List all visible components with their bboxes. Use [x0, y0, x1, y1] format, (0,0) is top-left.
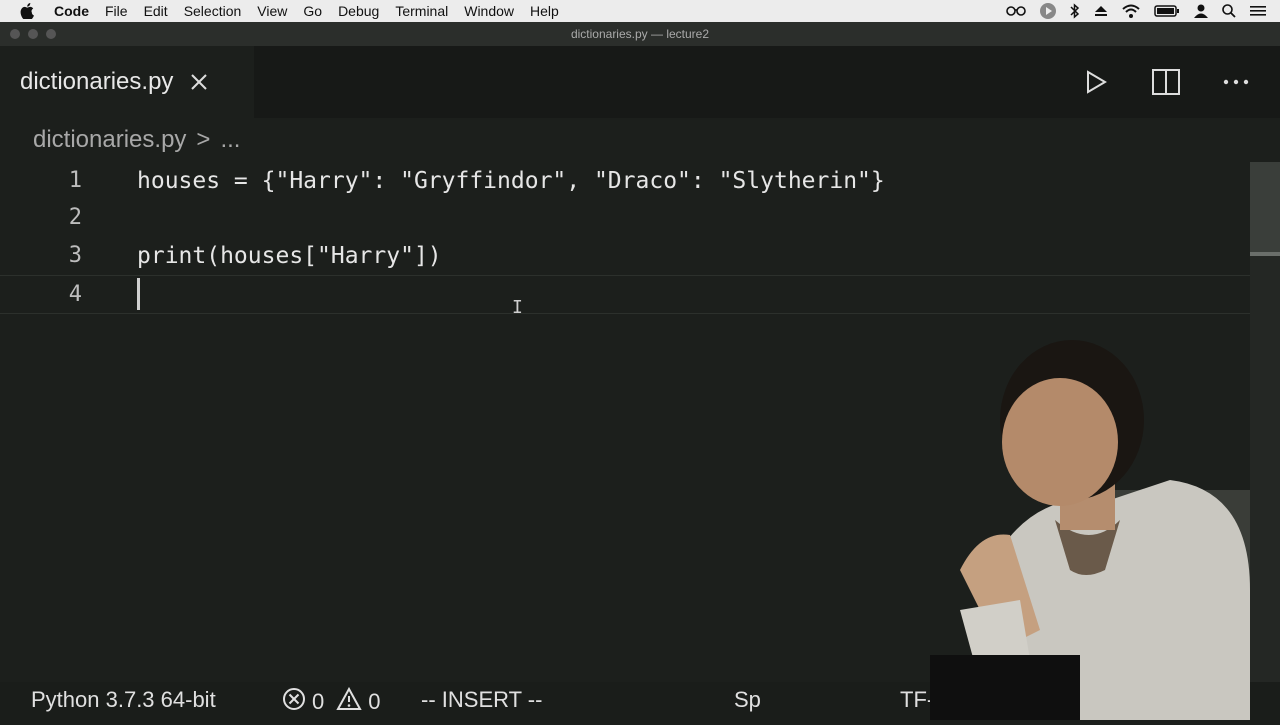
run-icon[interactable]	[1082, 68, 1110, 96]
scrollbar-cursor-marker	[1250, 252, 1280, 256]
scrollbar-thumb[interactable]	[1250, 162, 1280, 252]
more-actions-icon[interactable]	[1222, 68, 1250, 96]
window-title-bar: dictionaries.py — lecture2	[0, 22, 1280, 46]
line-number: 1	[68, 168, 82, 193]
breadcrumb-file[interactable]: dictionaries.py	[33, 126, 186, 154]
menu-selection[interactable]: Selection	[176, 0, 250, 22]
editor-actions	[1082, 68, 1250, 96]
breadcrumb: dictionaries.py > ...	[33, 126, 240, 154]
menu-view[interactable]: View	[249, 0, 295, 22]
glasses-icon[interactable]	[1006, 5, 1026, 17]
indentation-status[interactable]: Sp	[734, 687, 761, 713]
tab-bar: dictionaries.py	[0, 46, 1280, 118]
window-title: dictionaries.py — lecture2	[570, 27, 710, 41]
list-icon[interactable]	[1250, 5, 1266, 17]
current-line[interactable]: 4	[0, 275, 1250, 314]
minimize-window-button[interactable]	[28, 29, 38, 39]
breadcrumb-symbols[interactable]: ...	[220, 126, 240, 154]
menu-debug[interactable]: Debug	[330, 0, 387, 22]
line-text[interactable]: houses = {"Harry": "Gryffindor", "Draco"…	[137, 168, 885, 194]
menu-edit[interactable]: Edit	[136, 0, 176, 22]
error-icon	[282, 687, 306, 717]
vim-mode-status: -- INSERT --	[421, 687, 543, 712]
battery-icon[interactable]	[1154, 4, 1180, 18]
menu-file[interactable]: File	[97, 0, 136, 22]
text-cursor	[137, 278, 140, 310]
wifi-icon[interactable]	[1122, 4, 1140, 18]
line-number: 2	[68, 205, 82, 230]
menu-window[interactable]: Window	[456, 0, 522, 22]
close-icon[interactable]	[187, 70, 211, 94]
split-editor-icon[interactable]	[1152, 68, 1180, 96]
line-number: 4	[68, 282, 82, 307]
zoom-window-button[interactable]	[46, 29, 56, 39]
apple-icon[interactable]	[20, 3, 36, 19]
menu-help[interactable]: Help	[522, 0, 567, 22]
window-controls	[10, 29, 56, 39]
search-icon[interactable]	[1222, 4, 1236, 18]
code-line[interactable]: 1 houses = {"Harry": "Gryffindor", "Drac…	[0, 162, 1250, 199]
python-interpreter-status[interactable]: Python 3.7.3 64-bit	[31, 687, 216, 713]
line-number: 3	[68, 243, 82, 268]
breadcrumb-separator: >	[196, 126, 211, 153]
menu-bar: Code File Edit Selection View Go Debug T…	[0, 0, 1280, 22]
eject-icon[interactable]	[1094, 5, 1108, 17]
mouse-ibeam-cursor: I	[512, 297, 523, 318]
line-text[interactable]: print(houses["Harry"])	[137, 243, 442, 269]
problems-status[interactable]: 0 0	[282, 686, 381, 717]
error-count: 0	[312, 689, 325, 714]
code-line[interactable]: 2	[0, 199, 1250, 236]
menu-terminal[interactable]: Terminal	[387, 0, 456, 22]
tab-label: dictionaries.py	[20, 68, 174, 95]
presenter-video-overlay	[810, 330, 1280, 720]
menu-bar-status-area	[1006, 3, 1280, 19]
menu-app-code[interactable]: Code	[46, 0, 97, 22]
user-icon[interactable]	[1194, 4, 1208, 18]
menu-go[interactable]: Go	[295, 0, 330, 22]
warning-icon	[336, 686, 362, 717]
warning-count: 0	[368, 689, 381, 714]
code-line[interactable]: 3 print(houses["Harry"])	[0, 237, 1250, 274]
record-icon[interactable]	[1040, 3, 1056, 19]
bluetooth-icon[interactable]	[1070, 3, 1080, 19]
tab-dictionaries-py[interactable]: dictionaries.py	[0, 46, 254, 118]
close-window-button[interactable]	[10, 29, 20, 39]
